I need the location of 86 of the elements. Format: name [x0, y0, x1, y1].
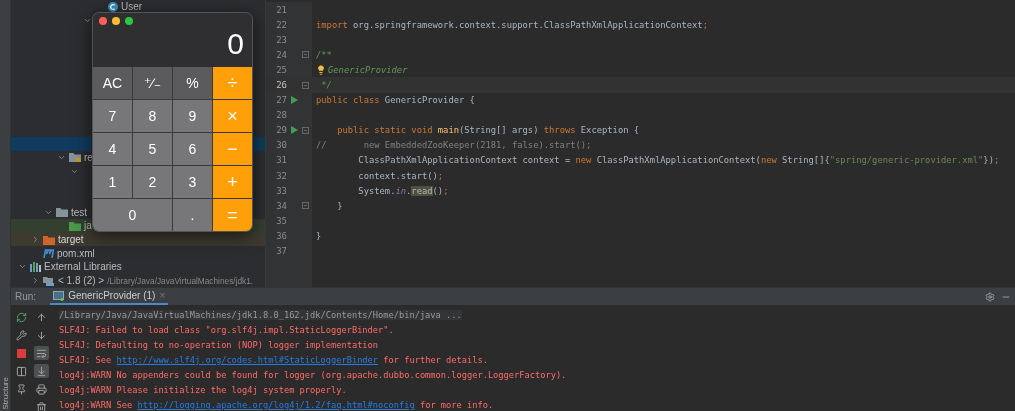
- calculator-key[interactable]: 9: [173, 100, 212, 132]
- calculator-key[interactable]: 3: [173, 166, 212, 198]
- code-line: GenericProvider: [328, 64, 408, 75]
- tree-label: User: [121, 1, 143, 13]
- code-line: import org.springframework.context.support.ClassPathXmlApplicationContext;: [316, 19, 708, 30]
- code-line: System.in.read();: [357, 185, 449, 196]
- folder-icon: [43, 275, 55, 286]
- console-line: SLF4J: Defaulting to no-operation (NOP) logger implementation: [59, 339, 379, 350]
- fold-icon[interactable]: [302, 81, 309, 89]
- tab-label: GenericProvider (1): [68, 290, 156, 302]
- line-number: 22: [275, 19, 287, 30]
- calculator-key[interactable]: 7: [93, 100, 132, 132]
- run-icon[interactable]: [291, 126, 298, 135]
- line-number: 35: [275, 215, 287, 226]
- structure-tab[interactable]: Structure: [0, 376, 10, 409]
- close-button[interactable]: ×: [159, 290, 166, 302]
- calculator-key[interactable]: 6: [173, 133, 212, 165]
- line-number: 21: [275, 4, 287, 15]
- calculator-key[interactable]: ⁺∕₋: [133, 67, 172, 99]
- code-line: // new EmbeddedZooKeeper(2181, false).start();: [316, 140, 592, 151]
- line-number: 32: [275, 170, 287, 181]
- calculator-key[interactable]: AC: [93, 67, 132, 99]
- calculator-key[interactable]: 8: [133, 100, 172, 132]
- console-link[interactable]: http://www.slf4j.org/codes.html#StaticLoggerBinder: [116, 354, 379, 365]
- line-number: 28: [275, 110, 287, 121]
- lightbulb-icon[interactable]: [316, 64, 326, 75]
- fold-icon[interactable]: [302, 51, 309, 59]
- calculator-display: 0: [227, 26, 244, 62]
- module-icon: [43, 248, 54, 258]
- line-number: 25: [275, 64, 287, 75]
- console-line: log4j:WARN No appenders could be found for logger (org.apache.dubbo.common.logger.LoggerFactory).: [59, 369, 567, 380]
- class-icon: [108, 1, 118, 12]
- code-line: public class GenericProvider {: [316, 95, 475, 106]
- folder-icon: [69, 152, 81, 163]
- calculator-key[interactable]: 0: [93, 199, 172, 231]
- line-number: 24: [275, 49, 287, 60]
- console-line: log4j:WARN Please initialize the log4j system properly.: [59, 384, 347, 395]
- line-number: 23: [275, 34, 287, 45]
- code-line: }: [336, 200, 343, 211]
- printer-button[interactable]: [33, 382, 49, 397]
- line-number: 33: [275, 185, 287, 196]
- tree-label: pom.xml: [57, 247, 95, 259]
- calculator-key[interactable]: 1: [93, 166, 132, 198]
- path-label: /Library/Java/JavaVirtualMachines/jdk1.: [107, 275, 254, 286]
- console-text: for more info.: [418, 399, 494, 410]
- library-icon: [30, 261, 41, 272]
- console-icon: [53, 290, 65, 301]
- line-number: 30: [275, 140, 287, 151]
- calculator-key[interactable]: 4: [93, 133, 132, 165]
- code-line: public static void main(String[] args) throws Exception {: [336, 125, 640, 136]
- code-line: /**: [316, 49, 332, 60]
- tree-label: ja: [84, 220, 92, 232]
- run-tab[interactable]: GenericProvider (1) ×: [50, 288, 169, 306]
- console-text: log4j:WARN See: [59, 399, 134, 410]
- scroll-end-button[interactable]: [33, 364, 49, 379]
- tree-label: test: [71, 206, 88, 218]
- fold-icon[interactable]: [302, 202, 309, 210]
- code-line: */: [320, 80, 332, 90]
- calculator-key[interactable]: %: [173, 67, 212, 99]
- line-number: 37: [275, 246, 287, 257]
- line-number: 31: [275, 155, 287, 166]
- console-line: SLF4J: Failed to load class "org.slf4j.impl.StaticLoggerBinder".: [59, 324, 394, 335]
- console-link[interactable]: http://logging.apache.org/log4j/1.2/faq.html#noconfig: [137, 399, 415, 410]
- console-text: for further details.: [382, 354, 488, 365]
- calculator-key[interactable]: 2: [133, 166, 172, 198]
- wrap-button[interactable]: [33, 346, 49, 361]
- code-line: ClassPathXmlApplicationContext context = new ClassPathXmlApplicationContext(new String[]{"spring/generic-provider.xml"});: [357, 155, 1000, 166]
- line-number: 27: [275, 95, 287, 106]
- calculator-key[interactable]: .: [173, 199, 212, 231]
- run-label: Run:: [15, 291, 37, 303]
- fold-icon[interactable]: [302, 126, 309, 134]
- line-number: 26: [275, 80, 287, 90]
- code-line: }: [316, 230, 322, 241]
- calculator-key[interactable]: 5: [133, 133, 172, 165]
- code-line: context.start();: [357, 170, 444, 181]
- run-icon[interactable]: [291, 96, 298, 105]
- line-number: 36: [275, 230, 287, 241]
- tree-label: < 1.8 (2) >: [58, 275, 105, 287]
- tree-label: target: [58, 234, 84, 246]
- line-number: 29: [275, 125, 287, 136]
- tree-label: re: [84, 151, 93, 163]
- tree-label: External Libraries: [44, 261, 122, 273]
- console-text: SLF4J: See: [59, 354, 113, 365]
- settings-button[interactable]: [13, 328, 29, 343]
- line-number: 34: [275, 200, 287, 211]
- settings-icon[interactable]: [985, 291, 995, 302]
